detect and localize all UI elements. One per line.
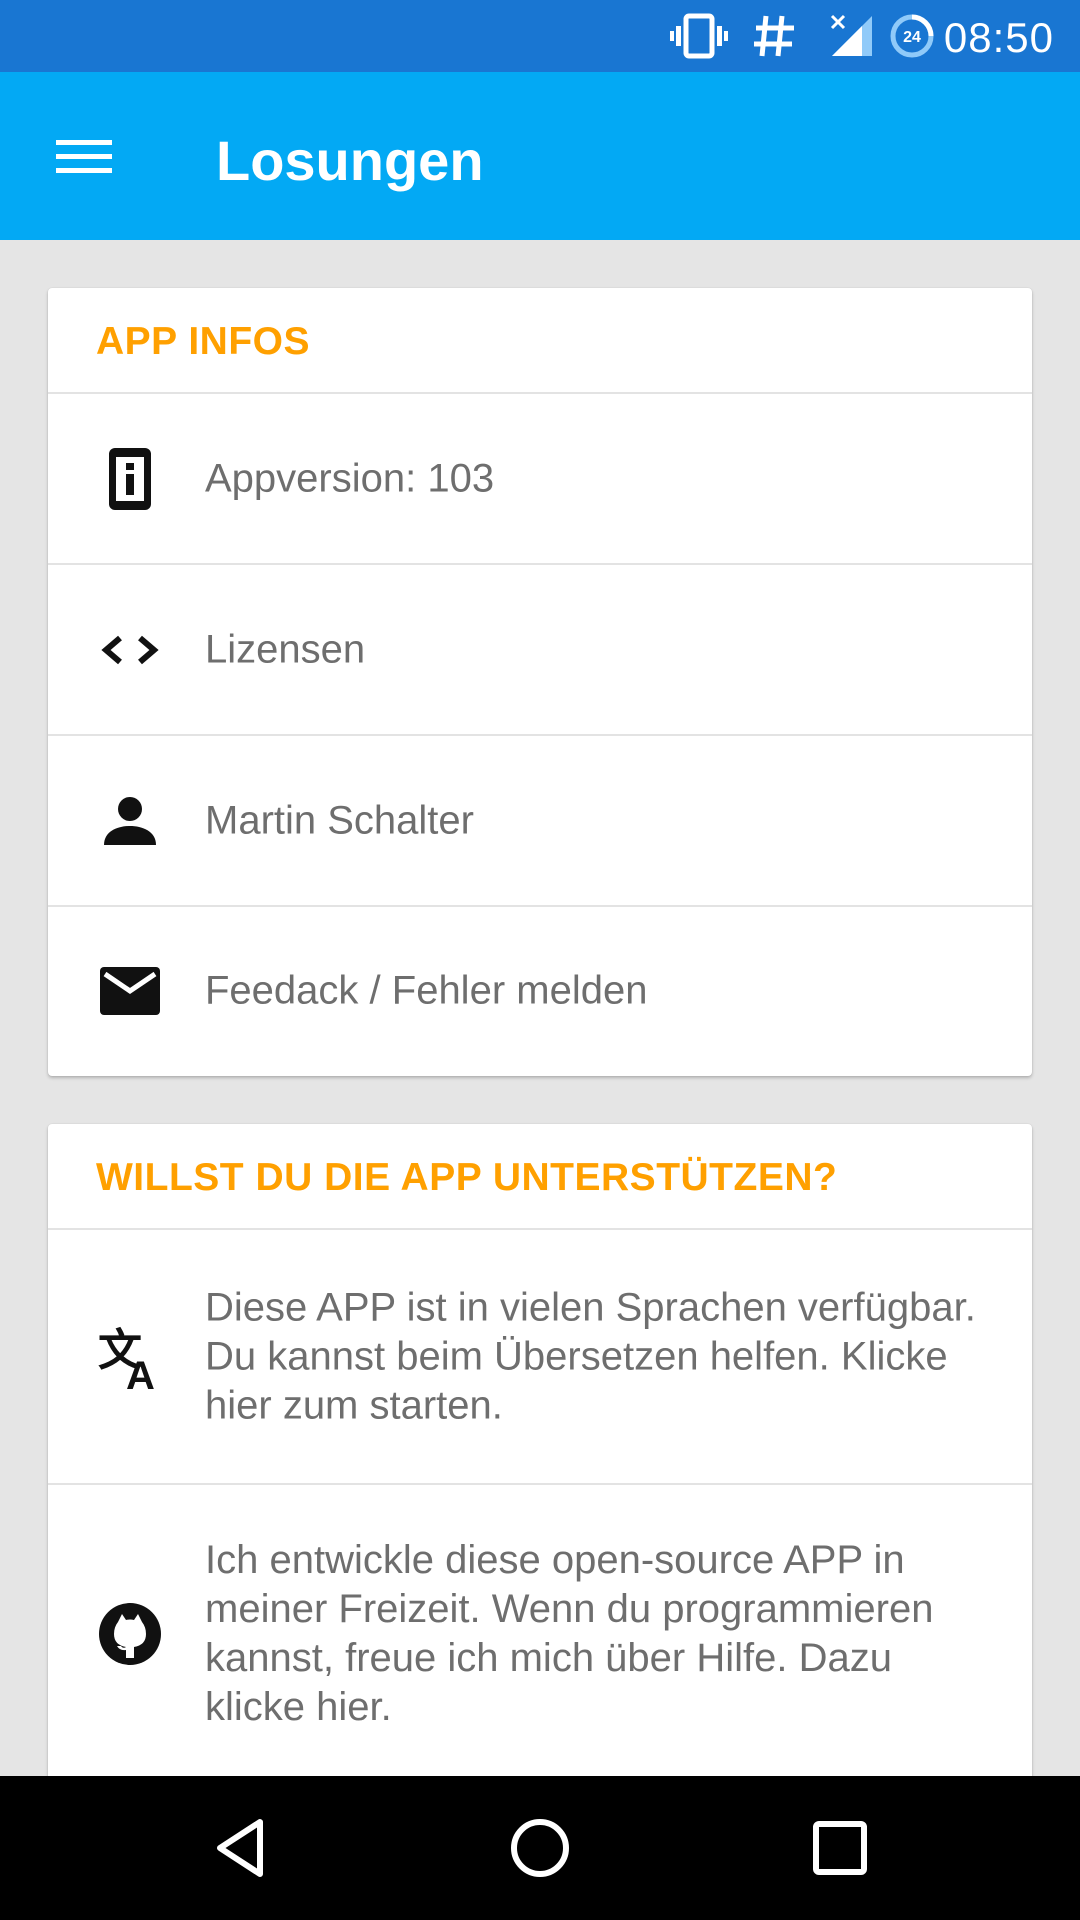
person-icon [96,787,164,855]
licenses-row[interactable]: Lizensen [48,565,1032,736]
data-saver-24-icon: 24 [888,12,936,65]
support-card: WILLST DU DIE APP UNTERSTÜTZEN? 文 A Dies… [48,1124,1032,1784]
home-button[interactable] [504,1812,576,1884]
app-infos-card: APP INFOS Appversion: 103 Lizensen Marti… [48,288,1032,1076]
github-row[interactable]: Ich entwickle diese open-source APP in m… [48,1485,1032,1782]
code-icon [96,616,164,684]
home-icon [511,1819,569,1877]
app-version-label: Appversion: 103 [205,456,495,500]
translate-icon: 文 A [96,1323,164,1391]
data-saver-badge: 24 [903,29,921,46]
status-bar: 24 08:50 [0,0,1080,72]
card-header: WILLST DU DIE APP UNTERSTÜTZEN? [48,1124,1032,1230]
app-version-row[interactable]: Appversion: 103 [48,394,1032,565]
feedback-row[interactable]: Feedack / Fehler melden [48,907,1032,1075]
hamburger-menu-icon [56,140,112,173]
navigation-bar [0,1776,1080,1920]
card-header: APP INFOS [48,288,1032,394]
author-label: Martin Schalter [205,798,474,842]
recents-button[interactable] [804,1812,876,1884]
recents-icon [813,1821,867,1875]
mail-icon [96,957,164,1025]
clock: 08:50 [943,14,1054,61]
author-row[interactable]: Martin Schalter [48,736,1032,907]
hash-icon [752,12,798,65]
card-title: APP INFOS [96,320,310,363]
signal-icon [828,12,876,65]
info-icon [96,445,164,513]
card-title: WILLST DU DIE APP UNTERSTÜTZEN? [96,1156,838,1199]
app-title: Losungen [216,129,484,192]
github-icon [96,1600,164,1668]
svg-text:A: A [126,1354,155,1391]
licenses-label: Lizensen [205,627,366,671]
github-label: Ich entwickle diese open-source APP in m… [205,1537,934,1729]
translate-label: Diese APP ist in vielen Sprachen verfügb… [205,1285,976,1427]
feedback-label: Feedack / Fehler melden [205,968,648,1013]
back-icon [217,1819,263,1877]
back-button[interactable] [206,1812,278,1884]
translate-row[interactable]: 文 A Diese APP ist in vielen Sprachen ver… [48,1230,1032,1485]
vibrate-icon [670,12,728,65]
menu-button[interactable] [40,118,130,194]
app-bar: Losungen [0,72,1080,240]
